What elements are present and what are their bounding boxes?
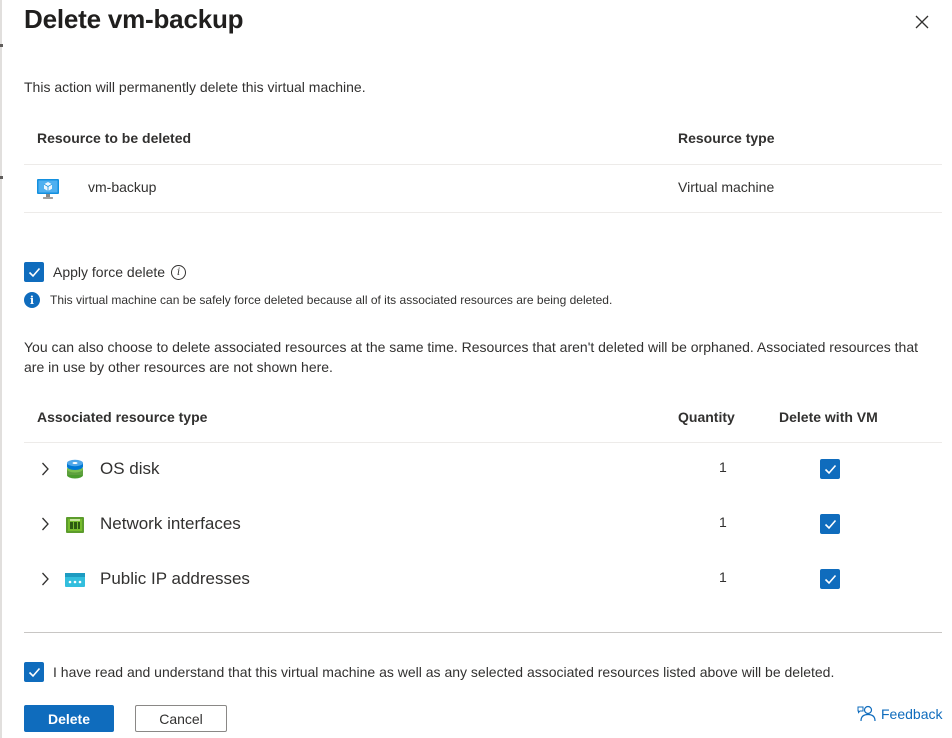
- acknowledge-label: I have read and understand that this vir…: [53, 664, 835, 680]
- resource-type: Virtual machine: [678, 179, 775, 195]
- delete-with-vm-checkbox[interactable]: [820, 569, 840, 589]
- column-header-associated-type: Associated resource type: [37, 409, 208, 425]
- feedback-label: Feedback: [881, 706, 943, 722]
- checkmark-icon: [824, 574, 836, 584]
- chevron-right-icon[interactable]: [37, 516, 53, 532]
- public-ip-icon: [65, 573, 85, 587]
- left-edge-border: [0, 0, 2, 738]
- edge-marker: [0, 176, 3, 179]
- column-header-quantity: Quantity: [678, 409, 735, 425]
- force-delete-label: Apply force delete: [53, 264, 166, 280]
- table-row: OS disk 1: [24, 443, 942, 498]
- acknowledge-checkbox[interactable]: [24, 662, 44, 682]
- os-disk-icon: [67, 459, 83, 479]
- intro-text: This action will permanently delete this…: [24, 79, 366, 95]
- edge-marker: [0, 44, 3, 47]
- delete-with-vm-checkbox[interactable]: [820, 514, 840, 534]
- column-header-resource: Resource to be deleted: [37, 130, 192, 146]
- delete-with-vm-checkbox[interactable]: [820, 459, 840, 479]
- column-header-delete-with-vm: Delete with VM: [779, 409, 878, 425]
- acknowledge-option: I have read and understand that this vir…: [24, 662, 834, 682]
- cancel-button[interactable]: Cancel: [135, 705, 227, 732]
- associated-description: You can also choose to delete associated…: [24, 339, 919, 375]
- close-icon[interactable]: [915, 15, 929, 29]
- network-interface-icon: [66, 517, 84, 533]
- delete-button[interactable]: Delete: [24, 705, 114, 732]
- resource-table-header: Resource to be deleted Resource type: [24, 116, 942, 165]
- resource-name: vm-backup: [88, 179, 157, 195]
- checkmark-icon: [28, 267, 40, 277]
- chevron-right-icon[interactable]: [37, 571, 53, 587]
- info-filled-icon: i: [24, 292, 40, 308]
- table-row: Public IP addresses 1: [24, 553, 942, 608]
- checkmark-icon: [28, 667, 40, 677]
- chevron-right-icon[interactable]: [37, 461, 53, 477]
- checkmark-icon: [824, 519, 836, 529]
- table-row: vm-backup Virtual machine: [24, 165, 942, 213]
- checkmark-icon: [824, 464, 836, 474]
- resource-name: Public IP addresses: [100, 569, 250, 588]
- notice-text: This virtual machine can be safely force…: [50, 293, 613, 307]
- force-delete-option: Apply force delete i: [24, 262, 187, 282]
- virtual-machine-icon: [37, 179, 59, 199]
- force-delete-checkbox[interactable]: [24, 262, 44, 282]
- feedback-icon: [857, 705, 876, 722]
- force-delete-notice: i This virtual machine can be safely for…: [24, 292, 612, 308]
- panel-title: Delete vm-backup: [24, 4, 244, 34]
- associated-table-header: Associated resource type Quantity Delete…: [24, 396, 942, 443]
- feedback-link[interactable]: Feedback: [857, 705, 942, 723]
- table-row: Network interfaces 1: [24, 498, 942, 553]
- quantity-value: 1: [719, 569, 727, 585]
- info-icon[interactable]: i: [171, 264, 187, 280]
- resource-name: Network interfaces: [100, 514, 241, 533]
- quantity-value: 1: [719, 459, 727, 475]
- quantity-value: 1: [719, 514, 727, 530]
- column-header-type: Resource type: [678, 130, 775, 146]
- section-divider: [24, 632, 942, 633]
- resource-name: OS disk: [100, 459, 160, 478]
- close-button[interactable]: [906, 6, 938, 38]
